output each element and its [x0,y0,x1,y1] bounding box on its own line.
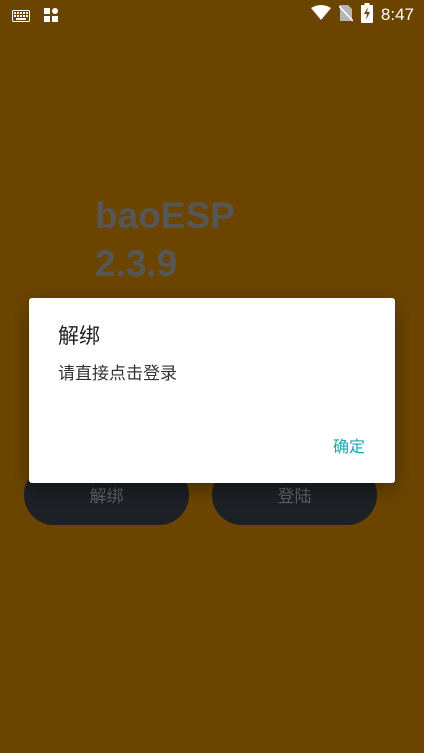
app-version: 2.3.9 [95,243,178,284]
clock: 8:47 [380,5,414,24]
battery-charging-icon [360,3,373,27]
no-sim-icon [338,4,354,26]
app-grid-icon [44,7,58,26]
app-name: baoESP [95,195,235,236]
status-bar: 8:47 [0,0,424,28]
keyboard-icon [12,7,30,26]
confirm-button[interactable]: 确定 [333,436,365,458]
dialog-message: 请直接点击登录 [58,364,177,384]
unbind-dialog: 解绑 请直接点击登录 确定 [29,298,395,483]
login-button-label: 登陆 [277,487,312,507]
dialog-title: 解绑 [58,324,100,348]
unbind-button-label: 解绑 [89,487,124,507]
wifi-icon [310,5,331,25]
app-title: baoESP 2.3.9 [95,192,235,288]
